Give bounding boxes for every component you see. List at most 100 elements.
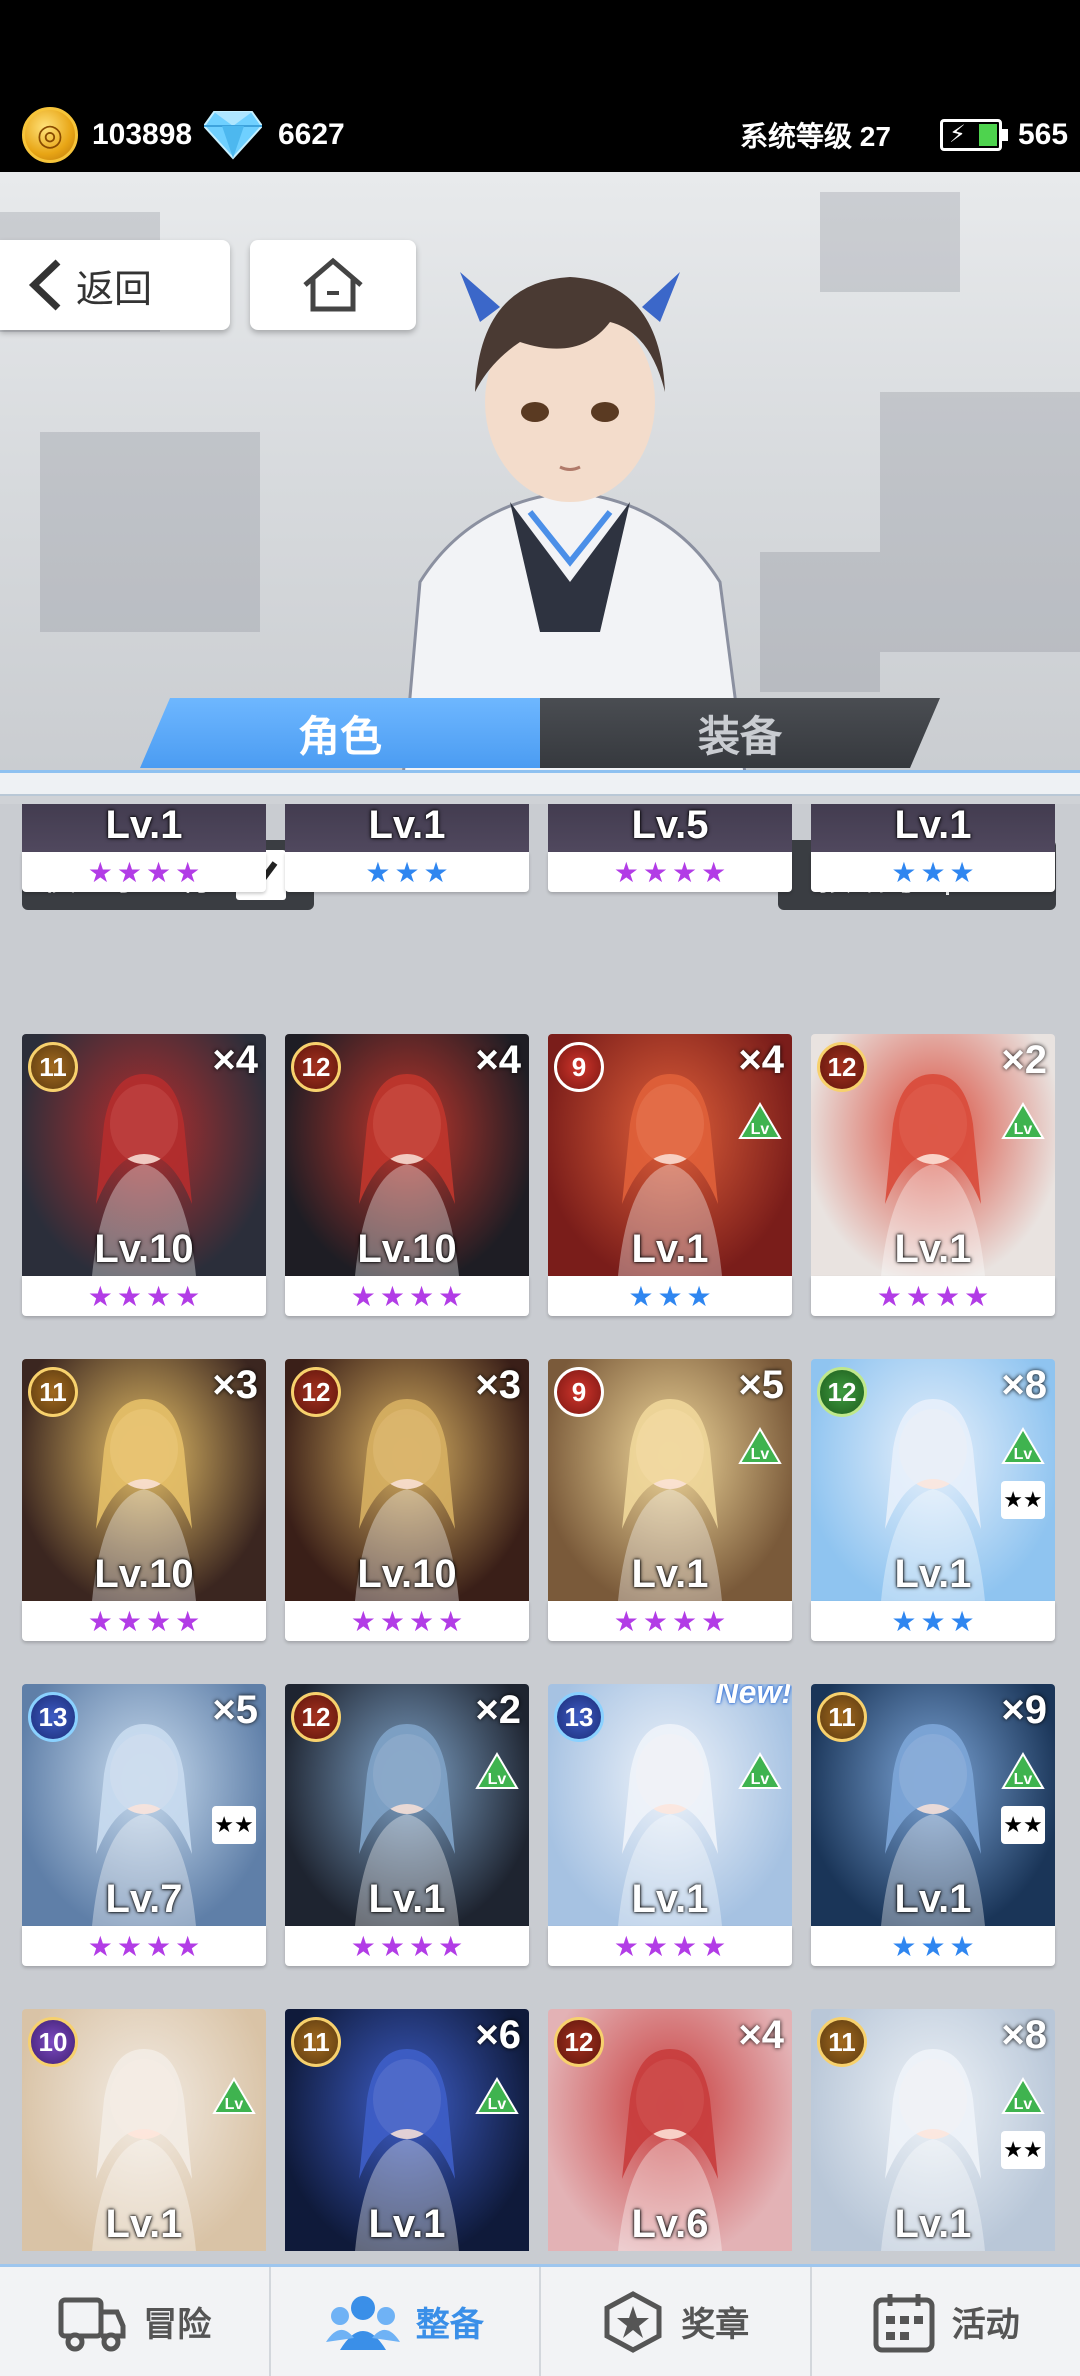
tab-equipment[interactable]: 装备 (540, 698, 940, 768)
svg-text:Lv: Lv (751, 1121, 770, 1138)
character-card[interactable]: Lv.1 ★ ★ ★ (811, 804, 1055, 892)
duplicate-count: ×4 (475, 1038, 521, 1082)
cost-badge: 13 (28, 1692, 78, 1742)
character-card[interactable]: 9 ×5 Lv Lv.1 ★ ★ ★ ★ (548, 1359, 792, 1641)
nav-adventure[interactable]: 冒险 (0, 2267, 271, 2376)
cost-badge: 11 (817, 2017, 867, 2067)
rarity-star: ★ (686, 1280, 712, 1312)
nav-prepare[interactable]: 整备 (271, 2267, 541, 2376)
cost-badge: 11 (291, 2017, 341, 2067)
duplicate-count: ×2 (475, 1688, 521, 1732)
duplicate-count: ×5 (738, 1363, 784, 1407)
svg-text:Lv: Lv (225, 2096, 244, 2113)
character-art: 12 ×8 Lv ★★ Lv.1 (811, 1359, 1055, 1601)
character-list[interactable]: 仅显示已有 按编号 Lv.1★★★★Lv.1★★★Lv.5★★★★Lv.1★★★… (0, 804, 1080, 2264)
card-level: Lv.1 (105, 804, 183, 847)
character-card[interactable]: 10 Lv Lv.1 (22, 2009, 266, 2264)
level-up-icon: Lv (738, 1102, 782, 1139)
character-art: 10 Lv Lv.1 (22, 2009, 266, 2251)
awaken-star-icon: ★★ (212, 1806, 256, 1844)
cost-badge: 10 (28, 2017, 78, 2067)
awaken-star-icon: ★★ (1001, 2131, 1045, 2169)
rarity-star: ★ (438, 1605, 464, 1637)
card-level: Lv.7 (105, 1877, 183, 1921)
tab-characters[interactable]: 角色 (140, 698, 540, 768)
rarity-star: ★ (438, 1930, 464, 1962)
card-level: Lv.1 (105, 2202, 183, 2246)
rarity-star: ★ (116, 1930, 142, 1962)
card-rarity: ★ ★ ★ (548, 1276, 792, 1316)
rarity-star: ★ (672, 1930, 698, 1962)
level-up-icon: Lv (738, 1752, 782, 1789)
character-card[interactable]: 9 ×4 Lv Lv.1 ★ ★ ★ (548, 1034, 792, 1316)
card-level: Lv.5 (631, 804, 709, 847)
character-card[interactable]: 13 ×5 ★★ Lv.7 ★ ★ ★ ★ (22, 1684, 266, 1966)
rarity-star: ★ (701, 1605, 727, 1637)
card-level: Lv.1 (894, 2202, 972, 2246)
tab-divider (0, 770, 1080, 796)
rarity-star: ★ (379, 1280, 405, 1312)
card-level: Lv.1 (894, 1227, 972, 1271)
rarity-star: ★ (175, 1930, 201, 1962)
card-level: Lv.1 (894, 1552, 972, 1596)
rarity-star: ★ (935, 1280, 961, 1312)
svg-text:Lv: Lv (488, 2096, 507, 2113)
duplicate-count: ×8 (1001, 2013, 1047, 2057)
character-card[interactable]: 12 ×2 Lv Lv.1 ★ ★ ★ ★ (285, 1684, 529, 1966)
gold-amount: 103898 (92, 118, 193, 151)
cost-badge: 12 (291, 1042, 341, 1092)
character-card[interactable]: 11 ×9 Lv ★★ Lv.1 ★ ★ ★ (811, 1684, 1055, 1966)
character-card[interactable]: 11 ×3 Lv.10 ★ ★ ★ ★ (22, 1359, 266, 1641)
cost-badge: 13 (554, 1692, 604, 1742)
rarity-star: ★ (116, 1605, 142, 1637)
character-card[interactable]: Lv.5 ★ ★ ★ ★ (548, 804, 792, 892)
character-art: 11 ×6 Lv Lv.1 (285, 2009, 529, 2251)
character-art: 12 ×4 Lv.6 (548, 2009, 792, 2251)
character-card[interactable]: 11 ×8 Lv ★★ Lv.1 (811, 2009, 1055, 2264)
home-icon (303, 257, 363, 312)
character-card[interactable]: 12 ×4 Lv.6 (548, 2009, 792, 2264)
back-button[interactable]: 返回 (0, 240, 230, 330)
home-button[interactable] (250, 240, 416, 330)
rarity-star: ★ (409, 1930, 435, 1962)
card-rarity: ★ ★ ★ ★ (548, 1601, 792, 1641)
calendar-icon (873, 2293, 935, 2352)
duplicate-count: ×5 (212, 1688, 258, 1732)
awaken-star-icon: ★★ (1001, 1481, 1045, 1519)
nav-events[interactable]: 活动 (812, 2267, 1080, 2376)
card-rarity: ★ ★ ★ ★ (285, 1276, 529, 1316)
svg-text:Lv: Lv (1014, 1771, 1033, 1788)
character-card[interactable]: 11 ×6 Lv Lv.1 (285, 2009, 529, 2264)
rarity-star: ★ (409, 1605, 435, 1637)
character-art: 12 ×2 Lv Lv.1 (285, 1684, 529, 1926)
gem-display: 6627 (204, 108, 345, 162)
character-card[interactable]: 12 ×8 Lv ★★ Lv.1 ★ ★ ★ (811, 1359, 1055, 1641)
back-label: 返回 (76, 268, 153, 311)
card-level: Lv.10 (94, 1552, 194, 1596)
bottom-nav: 冒险 整备 奖章 活动 (0, 2264, 1080, 2376)
diamond-icon (204, 111, 262, 160)
character-art: 11 ×3 Lv.10 (22, 1359, 266, 1601)
character-card[interactable]: 12 ×2 Lv Lv.1 ★ ★ ★ ★ (811, 1034, 1055, 1316)
character-card[interactable]: 12 ×3 Lv.10 ★ ★ ★ ★ (285, 1359, 529, 1641)
character-art: Lv.1 (22, 804, 266, 852)
character-card[interactable]: Lv.1 ★ ★ ★ ★ (22, 804, 266, 892)
rarity-star: ★ (920, 856, 946, 888)
rarity-star: ★ (350, 1930, 376, 1962)
duplicate-count: ×4 (212, 1038, 258, 1082)
character-card[interactable]: Lv.1 ★ ★ ★ (285, 804, 529, 892)
rarity-star: ★ (146, 1930, 172, 1962)
cost-badge: 9 (554, 1042, 604, 1092)
chevron-left-icon (28, 259, 61, 311)
character-card[interactable]: 11 ×4 Lv.10 ★ ★ ★ ★ (22, 1034, 266, 1316)
top-status-bar: ◎ 103898 6627 系统等级 27 ⚡ 565 (0, 0, 1080, 172)
character-card[interactable]: 13 New! Lv Lv.1 ★ ★ ★ ★ (548, 1684, 792, 1966)
rarity-star: ★ (672, 856, 698, 888)
card-rarity: ★ ★ ★ (811, 1926, 1055, 1966)
character-card[interactable]: 12 ×4 Lv.10 ★ ★ ★ ★ (285, 1034, 529, 1316)
rarity-star: ★ (628, 1280, 654, 1312)
character-art: Lv.1 (811, 804, 1055, 852)
rarity-star: ★ (891, 856, 917, 888)
rarity-star: ★ (423, 856, 449, 888)
nav-medals[interactable]: 奖章 (541, 2267, 812, 2376)
